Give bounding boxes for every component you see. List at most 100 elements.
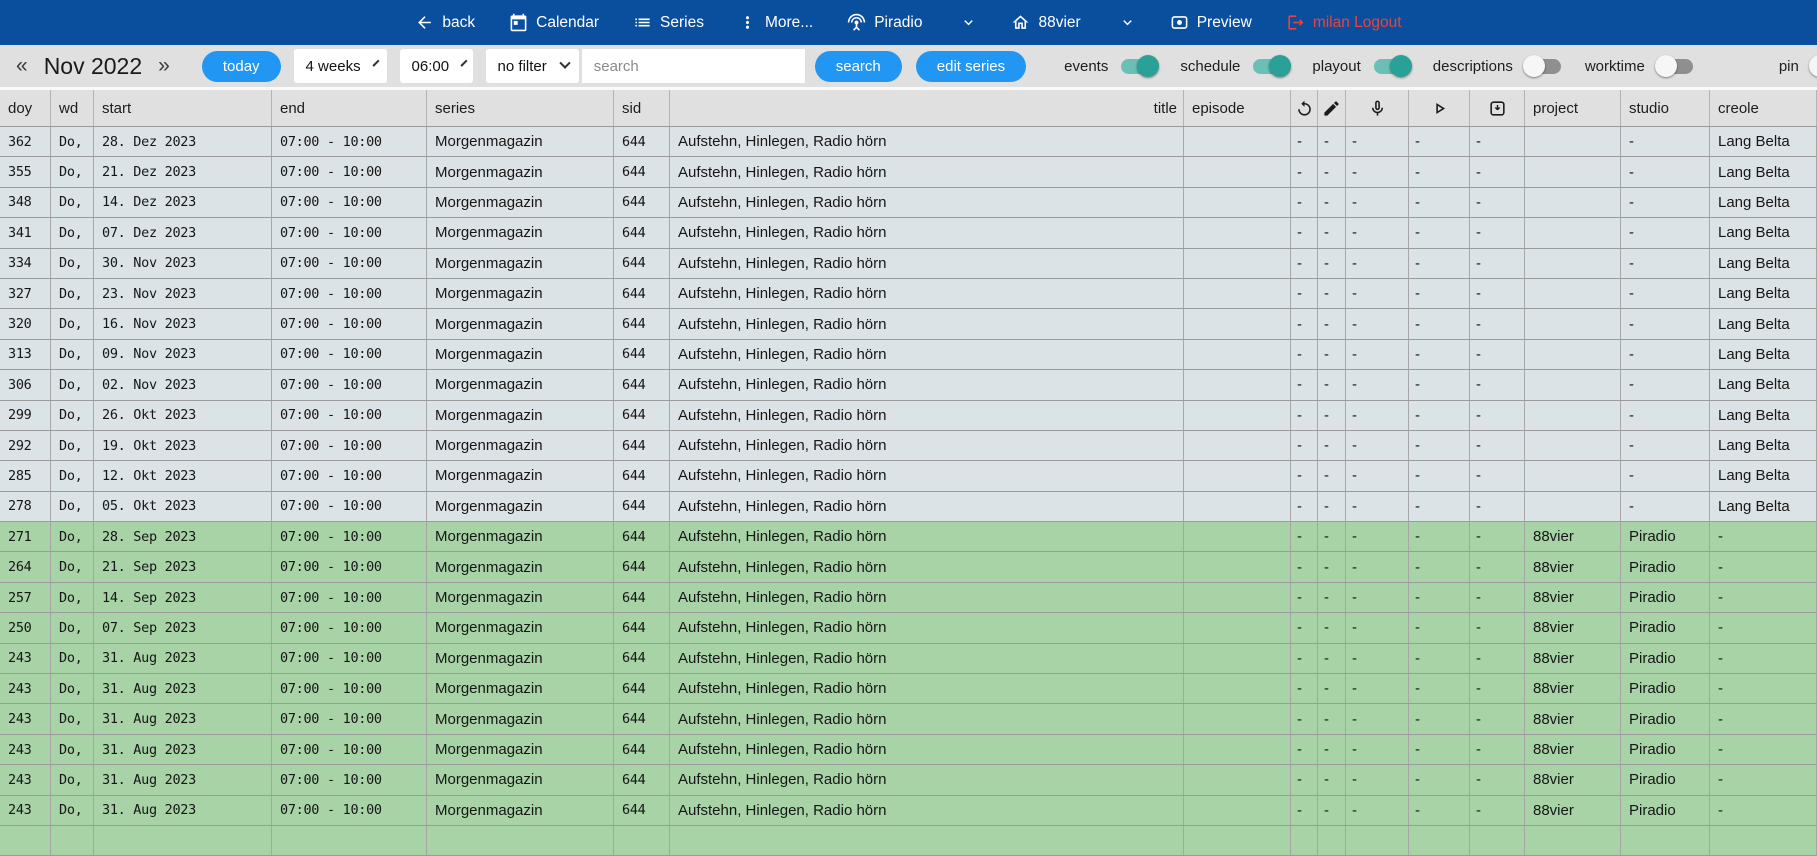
cell-start: 31. Aug 2023	[94, 674, 272, 703]
cell-project	[1525, 279, 1621, 308]
cell-m1: -	[1318, 188, 1346, 217]
schedule-row[interactable]: 243Do,31. Aug 202307:00 - 10:00Morgenmag…	[0, 765, 1817, 795]
cell-m1: -	[1318, 279, 1346, 308]
schedule-row[interactable]: 243Do,31. Aug 202307:00 - 10:00Morgenmag…	[0, 704, 1817, 734]
pin-switch[interactable]	[1812, 59, 1817, 74]
cell-wd: Do,	[51, 127, 94, 156]
schedule-row[interactable]: 355Do,21. Dez 202307:00 - 10:00Morgenmag…	[0, 157, 1817, 187]
events-switch[interactable]	[1121, 59, 1156, 74]
today-button[interactable]: today	[202, 51, 281, 82]
schedule-row[interactable]: 334Do,30. Nov 202307:00 - 10:00Morgenmag…	[0, 249, 1817, 279]
nav-item-calendar[interactable]: Calendar	[509, 13, 599, 32]
cell-wd: Do,	[51, 279, 94, 308]
cell-end: 07:00 - 10:00	[272, 674, 427, 703]
cell-series: Morgenmagazin	[427, 218, 614, 247]
schedule-row[interactable]: 299Do,26. Okt 202307:00 - 10:00Morgenmag…	[0, 401, 1817, 431]
schedule-row[interactable]: 292Do,19. Okt 202307:00 - 10:00Morgenmag…	[0, 431, 1817, 461]
schedule-row[interactable]: 243Do,31. Aug 202307:00 - 10:00Morgenmag…	[0, 735, 1817, 765]
cell-m3: -	[1409, 492, 1470, 521]
cell-m3: -	[1409, 613, 1470, 642]
cell-end: 07:00 - 10:00	[272, 127, 427, 156]
cell-project	[1525, 492, 1621, 521]
toggle-descriptions[interactable]: descriptions	[1433, 58, 1561, 75]
undo-icon	[1295, 99, 1314, 118]
schedule-row[interactable]: 320Do,16. Nov 202307:00 - 10:00Morgenmag…	[0, 309, 1817, 339]
nav-item-back[interactable]: back	[415, 13, 475, 32]
cell-m3: -	[1409, 157, 1470, 186]
cell-m1: -	[1318, 401, 1346, 430]
schedule-row[interactable]: 243Do,31. Aug 202307:00 - 10:00Morgenmag…	[0, 796, 1817, 826]
nav-item-series[interactable]: Series	[633, 13, 704, 32]
nav-item-88vier[interactable]: 88vier	[1011, 13, 1135, 32]
cell-start: 26. Okt 2023	[94, 401, 272, 430]
schedule-row[interactable]: 257Do,14. Sep 202307:00 - 10:00Morgenmag…	[0, 583, 1817, 613]
time-select[interactable]: 06:00	[400, 49, 473, 83]
chevron-down-icon[interactable]	[960, 14, 977, 31]
chevron-down-icon	[372, 60, 379, 67]
cell-title: Aufstehn, Hinlegen, Radio hörn	[670, 188, 1184, 217]
toggle-events[interactable]: events	[1064, 58, 1156, 75]
chevron-down-icon[interactable]	[1119, 14, 1136, 31]
cell-m4: -	[1470, 157, 1525, 186]
worktime-switch[interactable]	[1658, 59, 1693, 74]
cell-doy: 250	[0, 613, 51, 642]
cell-end: 07:00 - 10:00	[272, 644, 427, 673]
cell-m2: -	[1346, 796, 1409, 825]
cell-sid: 644	[614, 796, 670, 825]
toggle-schedule[interactable]: schedule	[1180, 58, 1288, 75]
descriptions-switch[interactable]	[1526, 59, 1561, 74]
cell-series: Morgenmagazin	[427, 704, 614, 733]
schedule-row[interactable]: 327Do,23. Nov 202307:00 - 10:00Morgenmag…	[0, 279, 1817, 309]
toggle-group: events schedule playout descriptions worktim…	[1040, 58, 1817, 75]
antenna-icon	[847, 13, 866, 32]
schedule-row[interactable]: 278Do,05. Okt 202307:00 - 10:00Morgenmag…	[0, 492, 1817, 522]
toggle-worktime[interactable]: worktime	[1585, 58, 1693, 75]
cell-start: 21. Dez 2023	[94, 157, 272, 186]
schedule-row[interactable]: 348Do,14. Dez 202307:00 - 10:00Morgenmag…	[0, 188, 1817, 218]
next-month-button[interactable]: »	[152, 54, 176, 78]
schedule-switch[interactable]	[1253, 59, 1288, 74]
edit-series-button[interactable]: edit series	[916, 51, 1026, 82]
schedule-row[interactable]: 341Do,07. Dez 202307:00 - 10:00Morgenmag…	[0, 218, 1817, 248]
logout-button[interactable]: milan Logout	[1286, 13, 1402, 32]
schedule-row[interactable]: 271Do,28. Sep 202307:00 - 10:00Morgenmag…	[0, 522, 1817, 552]
cell-studio: Piradio	[1621, 796, 1710, 825]
toggle-label: pin	[1779, 58, 1799, 75]
schedule-row[interactable]: 285Do,12. Okt 202307:00 - 10:00Morgenmag…	[0, 461, 1817, 491]
schedule-row[interactable]: 250Do,07. Sep 202307:00 - 10:00Morgenmag…	[0, 613, 1817, 643]
toggle-playout[interactable]: playout	[1312, 58, 1408, 75]
toggle-pin[interactable]: pin	[1779, 58, 1817, 75]
playout-switch[interactable]	[1374, 59, 1409, 74]
cell-wd: Do,	[51, 309, 94, 338]
nav-item-piradio[interactable]: Piradio	[847, 13, 977, 32]
nav-item-preview[interactable]: Preview	[1170, 13, 1252, 32]
cell-studio: -	[1621, 401, 1710, 430]
prev-month-button[interactable]: «	[10, 54, 34, 78]
schedule-row[interactable]: 313Do,09. Nov 202307:00 - 10:00Morgenmag…	[0, 340, 1817, 370]
cell-title: Aufstehn, Hinlegen, Radio hörn	[670, 644, 1184, 673]
cell-m1: -	[1318, 735, 1346, 764]
search-button[interactable]: search	[815, 51, 902, 82]
back-arrow-icon	[415, 13, 434, 32]
schedule-row[interactable]: 264Do,21. Sep 202307:00 - 10:00Morgenmag…	[0, 552, 1817, 582]
cell-episode	[1184, 461, 1291, 490]
range-select[interactable]: 4 weeks	[294, 49, 387, 83]
cell-m2: -	[1346, 644, 1409, 673]
cell-m4: -	[1470, 431, 1525, 460]
cell-project: 88vier	[1525, 644, 1621, 673]
cell-doy: 243	[0, 765, 51, 794]
search-input[interactable]	[582, 49, 805, 83]
schedule-row[interactable]: 362Do,28. Dez 202307:00 - 10:00Morgenmag…	[0, 127, 1817, 157]
schedule-row[interactable]	[0, 826, 1817, 856]
schedule-row[interactable]: 243Do,31. Aug 202307:00 - 10:00Morgenmag…	[0, 644, 1817, 674]
schedule-row[interactable]: 243Do,31. Aug 202307:00 - 10:00Morgenmag…	[0, 674, 1817, 704]
cell-end: 07:00 - 10:00	[272, 583, 427, 612]
cell-m1: -	[1318, 704, 1346, 733]
cell-m1: -	[1318, 674, 1346, 703]
filter-select[interactable]: no filter	[486, 49, 579, 83]
nav-item-more-[interactable]: More...	[738, 13, 813, 32]
schedule-row[interactable]: 306Do,02. Nov 202307:00 - 10:00Morgenmag…	[0, 370, 1817, 400]
cell-m2: -	[1346, 401, 1409, 430]
cell-m2: -	[1346, 127, 1409, 156]
cell-m4: -	[1470, 552, 1525, 581]
